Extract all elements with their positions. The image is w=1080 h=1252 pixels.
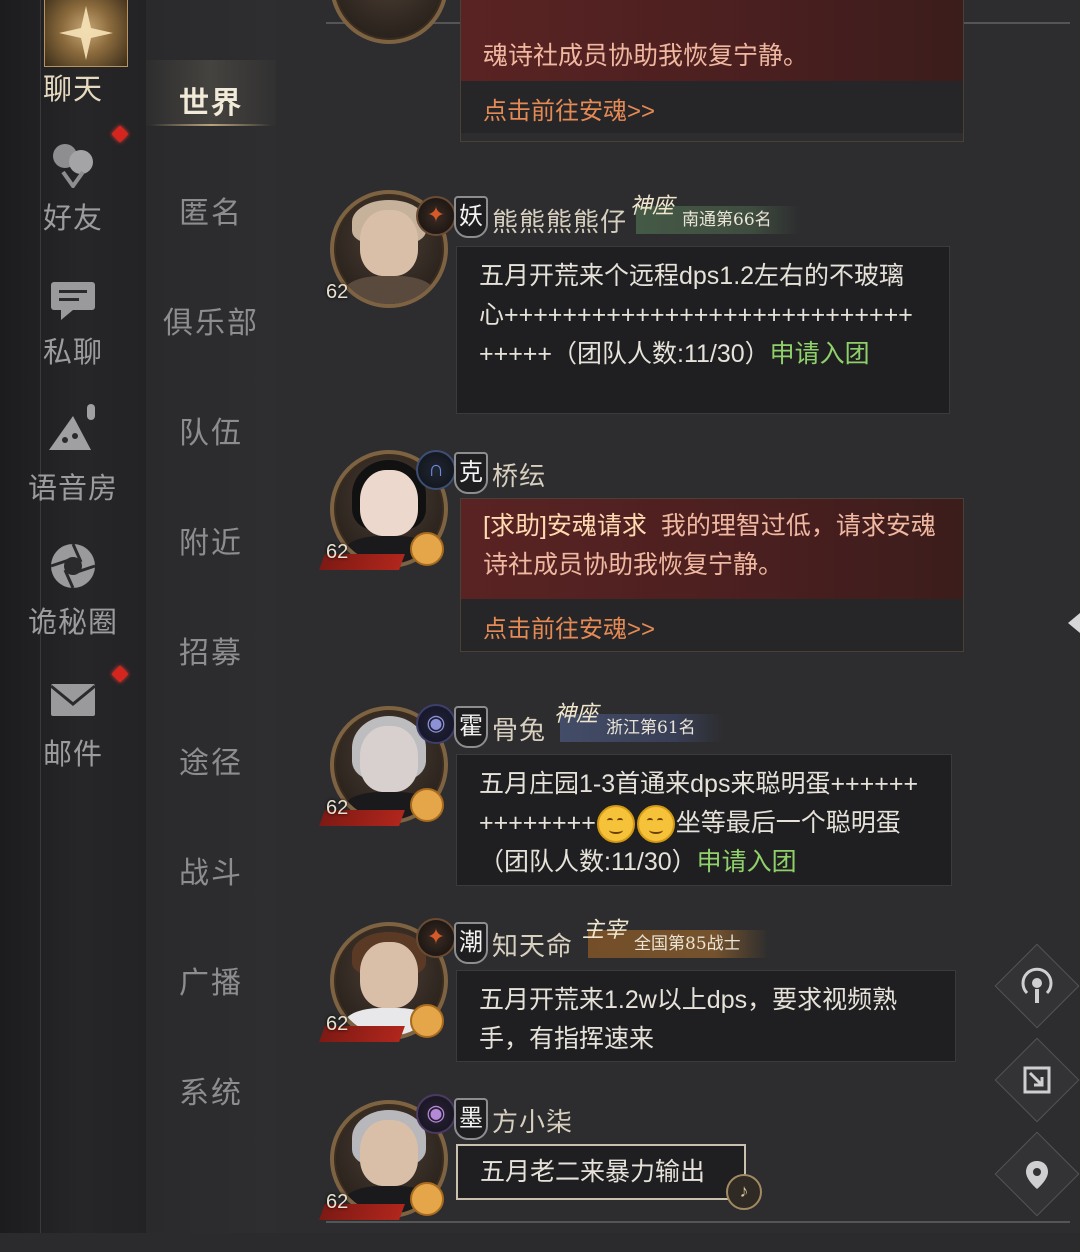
help-request-card[interactable]: [求助]安魂请求 我的理智过低，请求安魂诗社成员协助我恢复宁静。 点击前往安魂>…	[460, 498, 964, 652]
pet-mascot	[410, 532, 444, 566]
player-level: 62	[326, 541, 349, 563]
go-soothe-link[interactable]: 点击前往安魂>>	[483, 609, 655, 644]
apply-join-link[interactable]: 申请入团	[697, 848, 797, 876]
message-bubble: 五月庄园1-3首通来dps来聪明蛋++++++++++++++ 坐等最后一个聪明蛋…	[456, 754, 952, 886]
location-pin-icon	[1008, 1145, 1066, 1203]
smile-emoji-icon	[596, 805, 635, 844]
channel-broadcast[interactable]: 广播	[146, 958, 276, 1002]
player-name[interactable]: 熊熊熊熊仔	[492, 202, 627, 239]
pathway-badge: 克	[454, 452, 488, 494]
rank-tag: 主宰 全国第85战士	[582, 920, 769, 958]
channel-team[interactable]: 队伍	[146, 408, 276, 452]
nav-friends-label: 好友	[42, 201, 103, 235]
feed-bottom-border	[326, 1221, 1070, 1233]
nav-voice-room[interactable]: 语音房	[0, 402, 146, 507]
faction-eye-icon: ◉	[416, 1094, 456, 1134]
message-text: 五月老二来暴力输出	[480, 1158, 706, 1186]
nav-friends[interactable]: 好友	[0, 138, 146, 237]
location-button[interactable]	[994, 1131, 1080, 1217]
nav-private-chat[interactable]: 私聊	[0, 278, 146, 371]
watermelon-mic-icon	[0, 402, 146, 463]
message-bubble: 五月老二来暴力输出	[456, 1144, 746, 1200]
player-level: 62	[326, 281, 349, 303]
channel-battle[interactable]: 战斗	[146, 848, 276, 892]
channel-recruit[interactable]: 招募	[146, 628, 276, 672]
channel-pathway[interactable]: 途径	[146, 738, 276, 782]
nav-mail[interactable]: 邮件	[0, 676, 146, 773]
help-card-header: 魂诗社成员协助我恢复宁静。	[461, 0, 963, 82]
help-prefix: [求助]安魂请求	[483, 512, 647, 540]
nav-mail-label: 邮件	[42, 737, 103, 771]
smile-emoji-icon	[636, 805, 675, 844]
rank-title: 神座	[554, 702, 599, 727]
exit-icon	[1008, 1051, 1066, 1109]
nav-chat-label: 聊天	[42, 72, 103, 106]
nav-voice-room-label: 语音房	[27, 471, 118, 505]
chat-feed[interactable]: 魂诗社成员协助我恢复宁静。 点击前往安魂>> 62 ✦ 妖 熊熊熊熊仔 神座 南…	[276, 0, 1080, 1233]
pet-mascot	[410, 1004, 444, 1038]
message-bubble: 五月开荒来个远程dps1.2左右的不玻璃心+++++++++++++++++++…	[456, 246, 950, 414]
faction-sun-icon: ✦	[416, 918, 456, 958]
rank-tag: 神座 浙江第61名	[554, 704, 724, 742]
pathway-badge: 霍	[454, 706, 488, 748]
channel-anonymous[interactable]: 匿名	[146, 188, 276, 232]
avatar-frame	[330, 0, 448, 44]
player-level: 62	[326, 1013, 349, 1035]
channel-world[interactable]: 世界	[146, 78, 276, 122]
expand-left-arrow-icon[interactable]	[1068, 613, 1080, 633]
faction-eye-icon: ◉	[416, 704, 456, 744]
rank-text: 南通第66名	[682, 210, 772, 230]
message-bubble: 五月开荒来1.2w以上dps，要求视频熟手，有指挥速来	[456, 970, 956, 1062]
avatar-partial[interactable]	[320, 0, 450, 46]
nav-chat[interactable]: 聊天	[0, 64, 146, 108]
player-name[interactable]: 桥纭	[492, 456, 546, 493]
nav-private-chat-label: 私聊	[42, 335, 103, 369]
rank-title: 主宰	[582, 918, 627, 943]
player-level: 62	[326, 797, 349, 819]
help-card-footer: 点击前往安魂>>	[461, 599, 963, 651]
bubble-frame-ornament-icon: ♪	[726, 1174, 762, 1210]
pet-mascot	[410, 788, 444, 822]
help-card-text: 魂诗社成员协助我恢复宁静。	[483, 42, 809, 70]
help-request-card-partial[interactable]: 魂诗社成员协助我恢复宁静。 点击前往安魂>>	[460, 0, 964, 142]
help-card-text: [求助]安魂请求 我的理智过低，请求安魂诗社成员协助我恢复宁静。	[483, 507, 947, 585]
go-soothe-link[interactable]: 点击前往安魂>>	[483, 91, 655, 126]
player-name[interactable]: 骨兔	[492, 710, 546, 747]
roses-icon	[0, 138, 146, 193]
player-name[interactable]: 方小柒	[492, 1102, 573, 1139]
player-name[interactable]: 知天命	[492, 926, 573, 963]
broadcast-icon	[1008, 957, 1066, 1015]
channel-club[interactable]: 俱乐部	[146, 298, 276, 342]
rank-text: 浙江第61名	[606, 718, 696, 738]
faction-sun-icon: ✦	[416, 196, 456, 236]
nav-mystery-circle-label: 诡秘圈	[27, 605, 118, 639]
chat-bubble-icon	[0, 278, 146, 327]
pathway-badge: 墨	[454, 1098, 488, 1140]
help-card-footer: 点击前往安魂>>	[461, 81, 963, 133]
channel-system[interactable]: 系统	[146, 1068, 276, 1112]
nav-mystery-circle[interactable]: 诡秘圈	[0, 540, 146, 641]
mail-icon	[0, 676, 146, 729]
pet-mascot	[410, 1182, 444, 1216]
player-level: 62	[326, 1191, 349, 1213]
pathway-badge: 妖	[454, 196, 488, 238]
aperture-icon	[0, 540, 146, 597]
pathway-badge: 潮	[454, 922, 488, 964]
channel-nearby[interactable]: 附近	[146, 518, 276, 562]
channel-list: 世界 匿名 俱乐部 队伍 附近 招募 途径 战斗 广播 系统	[146, 0, 276, 1233]
help-card-header: [求助]安魂请求 我的理智过低，请求安魂诗社成员协助我恢复宁静。	[461, 499, 963, 600]
exit-button[interactable]	[994, 1037, 1080, 1123]
apply-join-link[interactable]: 申请入团	[770, 340, 870, 368]
rank-title: 神座	[630, 194, 675, 219]
faction-arch-icon: ∩	[416, 450, 456, 490]
rank-tag: 神座 南通第66名	[630, 196, 800, 234]
compass-emblem-icon	[44, 0, 128, 67]
main-nav-rail: 聊天 好友 私聊 语音房 诡秘圈 邮件	[0, 0, 147, 1233]
rank-text: 全国第85战士	[634, 934, 741, 954]
broadcast-button[interactable]	[994, 943, 1080, 1029]
message-text: 五月开荒来1.2w以上dps，要求视频熟手，有指挥速来	[479, 986, 898, 1053]
